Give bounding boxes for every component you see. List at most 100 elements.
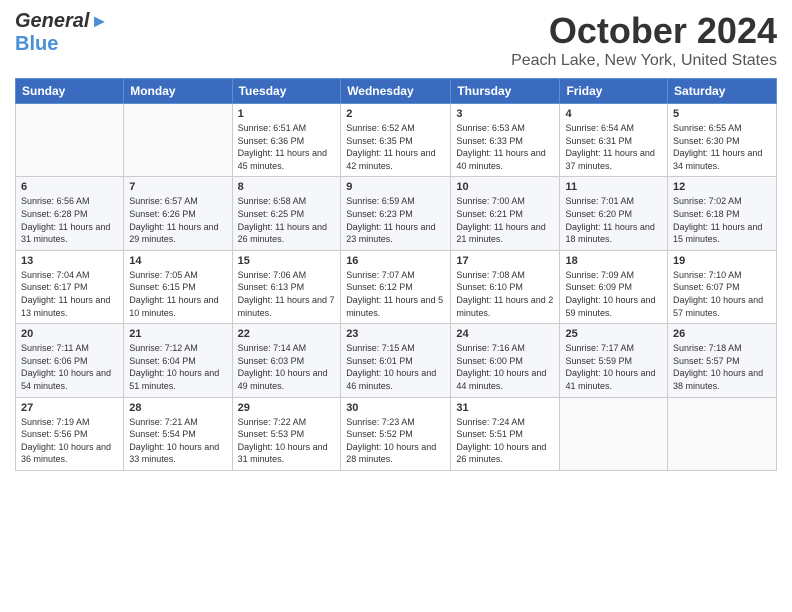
day-info: Sunset: 5:54 PM: [129, 428, 226, 441]
calendar-week-row: 1 Sunrise: 6:51 AMSunset: 6:36 PM Daylight…: [16, 104, 777, 177]
day-number: 14: [129, 255, 226, 267]
day-info: Sunrise: 7:23 AM: [346, 416, 445, 429]
day-info: Sunset: 6:10 PM: [456, 281, 554, 294]
calendar-cell: 8 Sunrise: 6:58 AMSunset: 6:25 PMDaylight…: [232, 177, 341, 250]
day-info: Sunrise: 7:07 AM: [346, 269, 445, 282]
day-info: Daylight: 11 hours and 5 minutes.: [346, 294, 445, 319]
title-area: October 2024 Peach Lake, New York, Unite…: [511, 10, 777, 70]
day-number: 23: [346, 328, 445, 340]
day-info: Sunset: 6:26 PM: [129, 208, 226, 221]
day-info: Daylight: 11 hours and 15 minutes.: [673, 221, 771, 246]
day-info: Daylight: 11 hours and 34 minutes.: [673, 147, 771, 172]
day-info: Sunrise: 7:01 AM: [565, 195, 662, 208]
calendar-cell: [124, 104, 232, 177]
day-info: Sunrise: 7:08 AM: [456, 269, 554, 282]
day-info: Sunrise: 7:10 AM: [673, 269, 771, 282]
calendar-cell: 22Sunrise: 7:14 AMSunset: 6:03 PMDayligh…: [232, 324, 341, 397]
day-info: Sunset: 6:25 PM: [238, 208, 336, 221]
day-info: Daylight: 11 hours and 40 minutes.: [456, 147, 554, 172]
day-info: Sunset: 5:51 PM: [456, 428, 554, 441]
day-info: Sunset: 6:36 PM: [238, 135, 336, 148]
day-number: 30: [346, 402, 445, 414]
calendar-cell: [668, 397, 777, 470]
calendar-cell: 2Sunrise: 6:52 AMSunset: 6:35 PMDaylight…: [341, 104, 451, 177]
header: General ► Blue October 2024 Peach Lake, …: [15, 10, 777, 70]
day-number: 5: [673, 108, 771, 120]
day-info: Sunrise: 6:56 AM: [21, 195, 118, 208]
day-info: Daylight: 11 hours and 2 minutes.: [456, 294, 554, 319]
day-number: 4: [565, 108, 662, 120]
day-number: 27: [21, 402, 118, 414]
calendar-cell: 17 Sunrise: 7:08 AMSunset: 6:10 PMDayligh…: [451, 250, 560, 323]
day-number: 6: [21, 181, 118, 193]
day-number: 2: [346, 108, 445, 120]
day-info: Sunset: 5:57 PM: [673, 355, 771, 368]
day-info: Sunrise: 6:57 AM: [129, 195, 226, 208]
day-info: Sunset: 6:15 PM: [129, 281, 226, 294]
day-number: 22: [238, 328, 336, 340]
calendar-cell: 14Sunrise: 7:05 AMSunset: 6:15 PMDayligh…: [124, 250, 232, 323]
calendar-week-row: 27Sunrise: 7:19 AMSunset: 5:56 PMDayligh…: [16, 397, 777, 470]
day-info: Sunset: 6:20 PM: [565, 208, 662, 221]
day-info: Daylight: 10 hours and 36 minutes.: [21, 441, 118, 466]
day-number: 26: [673, 328, 771, 340]
calendar-cell: 23Sunrise: 7:15 AMSunset: 6:01 PMDayligh…: [341, 324, 451, 397]
day-info: Sunrise: 6:51 AM: [238, 122, 336, 135]
day-info: Daylight: 10 hours and 28 minutes.: [346, 441, 445, 466]
day-info: Sunrise: 6:58 AM: [238, 195, 336, 208]
day-info: Sunrise: 7:00 AM: [456, 195, 554, 208]
col-wednesday: Wednesday: [341, 79, 451, 104]
calendar-cell: 29Sunrise: 7:22 AMSunset: 5:53 PMDayligh…: [232, 397, 341, 470]
day-info: Daylight: 10 hours and 38 minutes.: [673, 367, 771, 392]
calendar-cell: 26 Sunrise: 7:18 AMSunset: 5:57 PMDayligh…: [668, 324, 777, 397]
day-info: Sunrise: 7:19 AM: [21, 416, 118, 429]
day-number: 1: [238, 108, 336, 120]
calendar-cell: 30Sunrise: 7:23 AMSunset: 5:52 PMDayligh…: [341, 397, 451, 470]
day-info: Sunrise: 7:18 AM: [673, 342, 771, 355]
day-info: Sunrise: 7:21 AM: [129, 416, 226, 429]
col-thursday: Thursday: [451, 79, 560, 104]
col-tuesday: Tuesday: [232, 79, 341, 104]
day-number: 15: [238, 255, 336, 267]
day-number: 8: [238, 181, 336, 193]
day-info: Sunset: 6:17 PM: [21, 281, 118, 294]
day-info: Daylight: 10 hours and 41 minutes.: [565, 367, 662, 392]
day-info: Sunrise: 7:12 AM: [129, 342, 226, 355]
day-info: Sunset: 5:59 PM: [565, 355, 662, 368]
day-info: Sunrise: 7:22 AM: [238, 416, 336, 429]
calendar-cell: 18Sunrise: 7:09 AMSunset: 6:09 PMDayligh…: [560, 250, 668, 323]
day-number: 19: [673, 255, 771, 267]
day-info: Daylight: 11 hours and 26 minutes.: [238, 221, 336, 246]
day-number: 17: [456, 255, 554, 267]
day-number: 16: [346, 255, 445, 267]
day-info: Sunset: 6:00 PM: [456, 355, 554, 368]
calendar-cell: 21Sunrise: 7:12 AMSunset: 6:04 PMDayligh…: [124, 324, 232, 397]
day-info: Sunset: 6:13 PM: [238, 281, 336, 294]
calendar-cell: 11Sunrise: 7:01 AMSunset: 6:20 PMDayligh…: [560, 177, 668, 250]
day-number: 11: [565, 181, 662, 193]
calendar: Sunday Monday Tuesday Wednesday Thursday…: [15, 78, 777, 471]
day-info: Sunset: 6:04 PM: [129, 355, 226, 368]
day-number: 7: [129, 181, 226, 193]
day-info: Sunset: 6:09 PM: [565, 281, 662, 294]
day-info: Sunset: 6:28 PM: [21, 208, 118, 221]
day-info: Daylight: 11 hours and 42 minutes.: [346, 147, 445, 172]
day-info: Sunrise: 7:09 AM: [565, 269, 662, 282]
day-info: Daylight: 11 hours and 29 minutes.: [129, 221, 226, 246]
day-info: Sunrise: 7:24 AM: [456, 416, 554, 429]
calendar-cell: 19Sunrise: 7:10 AMSunset: 6:07 PMDayligh…: [668, 250, 777, 323]
calendar-cell: 16Sunrise: 7:07 AMSunset: 6:12 PMDayligh…: [341, 250, 451, 323]
calendar-cell: [16, 104, 124, 177]
day-info: Daylight: 10 hours and 46 minutes.: [346, 367, 445, 392]
col-saturday: Saturday: [668, 79, 777, 104]
calendar-cell: 5Sunrise: 6:55 AMSunset: 6:30 PMDaylight…: [668, 104, 777, 177]
calendar-cell: 3Sunrise: 6:53 AMSunset: 6:33 PMDaylight…: [451, 104, 560, 177]
day-info: Daylight: 10 hours and 59 minutes.: [565, 294, 662, 319]
logo-general-text: General: [15, 10, 89, 33]
day-number: 10: [456, 181, 554, 193]
day-number: 31: [456, 402, 554, 414]
day-info: Sunrise: 7:06 AM: [238, 269, 336, 282]
day-info: Sunrise: 7:04 AM: [21, 269, 118, 282]
day-number: 3: [456, 108, 554, 120]
day-info: Sunset: 6:30 PM: [673, 135, 771, 148]
